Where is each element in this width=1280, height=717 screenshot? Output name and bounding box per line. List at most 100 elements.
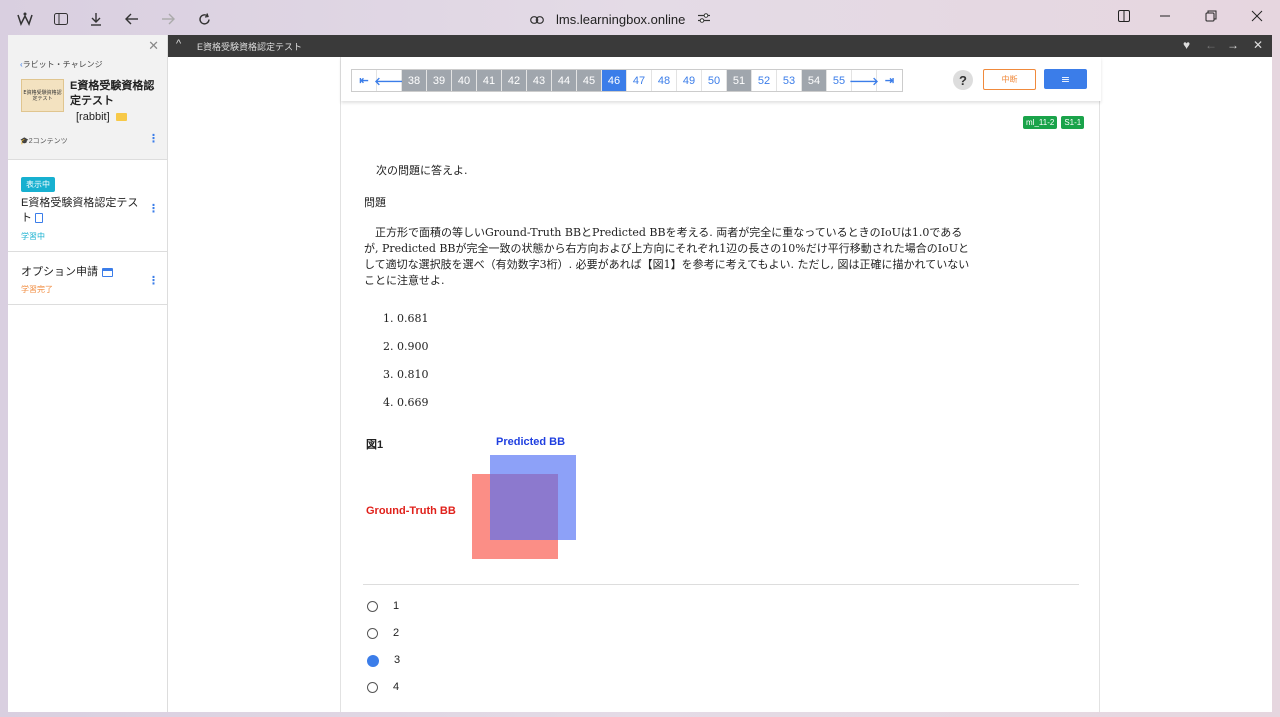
page-47-button[interactable]: 47 xyxy=(627,70,652,91)
page-50-button[interactable]: 50 xyxy=(702,70,727,91)
next-page-icon[interactable]: 🡒 xyxy=(849,70,879,91)
back-link-label: ラビット・チャレンジ xyxy=(22,60,103,69)
answer-option[interactable]: 2 xyxy=(367,627,400,654)
prev-page-icon[interactable]: 🡐 xyxy=(374,70,404,91)
browser-toolbar: lms.learningbox.online xyxy=(0,0,1280,38)
last-page-icon[interactable]: ⇥ xyxy=(877,70,902,91)
page-53-button[interactable]: 53 xyxy=(777,70,802,91)
page-54-button[interactable]: 54 xyxy=(802,70,827,91)
page-51-button[interactable]: 51 xyxy=(727,70,752,91)
answer-label: 2 xyxy=(393,627,400,639)
answer-label: 3 xyxy=(394,654,401,666)
link-icon xyxy=(530,12,544,27)
course-thumbnail: E資格受験資格認定テスト xyxy=(21,79,64,112)
choice-list: 1. 0.681 2. 0.900 3. 0.810 4. 0.669 xyxy=(383,312,428,424)
radio-button-selected[interactable] xyxy=(367,655,379,667)
browser-logo-icon[interactable] xyxy=(14,8,36,30)
close-sidebar-icon[interactable]: ✕ xyxy=(148,39,159,54)
item-more-icon[interactable]: ⋮ xyxy=(148,203,159,214)
choice-item: 1. 0.681 xyxy=(383,312,429,325)
first-page-icon[interactable]: ⇤ xyxy=(352,70,377,91)
predicted-bb-label: Predicted BB xyxy=(496,436,566,448)
figure-label: 図1 xyxy=(366,439,384,451)
prev-content-icon[interactable]: ← xyxy=(1205,38,1217,52)
content-topbar: ^ E資格受験資格認定テスト ♥ ← → ✕ xyxy=(168,35,1272,57)
tag-badge: S1-1 xyxy=(1061,116,1085,129)
minimize-icon[interactable] xyxy=(1159,8,1171,26)
page-48-button[interactable]: 48 xyxy=(652,70,677,91)
heart-icon[interactable]: ♥ xyxy=(1183,38,1190,52)
page-40-button[interactable]: 40 xyxy=(452,70,477,91)
question-panel: ⇤ 🡐 38 39 40 41 42 43 44 45 46 47 48 49 50 51 52 53 54 55… xyxy=(340,57,1101,712)
choice-item: 3. 0.810 xyxy=(383,368,429,381)
divider xyxy=(363,584,1079,585)
item-more-icon[interactable]: ⋮ xyxy=(148,275,159,286)
page-44-button[interactable]: 44 xyxy=(552,70,577,91)
radio-button[interactable] xyxy=(367,601,378,612)
help-button[interactable]: ? xyxy=(953,70,973,90)
question-intro: 次の問題に答えよ. xyxy=(376,164,468,177)
sidebar-item-title[interactable]: E資格受験資格認定テスト xyxy=(21,196,141,226)
page-55-button[interactable]: 55 xyxy=(827,70,852,91)
pagination: ⇤ 🡐 38 39 40 41 42 43 44 45 46 47 48 49 50 51 52 53 54 55… xyxy=(351,69,903,92)
answer-label: 1 xyxy=(393,600,400,612)
question-heading: 問題 xyxy=(364,196,386,209)
tag-badge: ml_11-2 xyxy=(1023,116,1058,129)
course-title: E資格受験資格認定テスト xyxy=(70,80,155,107)
next-content-icon[interactable]: → xyxy=(1227,38,1239,52)
split-view-icon[interactable] xyxy=(1118,8,1130,26)
page-43-button[interactable]: 43 xyxy=(527,70,552,91)
content-title: E資格受験資格認定テスト xyxy=(197,42,303,52)
sidebar-item-status: 学習中 xyxy=(21,232,45,241)
address-bar[interactable]: lms.learningbox.online xyxy=(530,9,711,29)
pager-toolbar: ⇤ 🡐 38 39 40 41 42 43 44 45 46 47 48 49 50 51 52 53 54 55… xyxy=(341,57,1101,101)
forward-icon[interactable] xyxy=(157,8,179,30)
site-settings-icon[interactable] xyxy=(697,12,711,27)
page-42-button[interactable]: 42 xyxy=(502,70,527,91)
chevron-up-icon[interactable]: ^ xyxy=(176,38,181,50)
page-38-button[interactable]: 38 xyxy=(402,70,427,91)
answer-option[interactable]: 1 xyxy=(367,600,400,627)
answer-options: 1 2 3 4 xyxy=(367,600,400,708)
sidebar-toggle-icon[interactable] xyxy=(50,8,72,30)
page-52-button[interactable]: 52 xyxy=(752,70,777,91)
back-link[interactable]: ‹ラビット・チャレンジ xyxy=(20,59,103,70)
sidebar-item-status: 学習完了 xyxy=(21,285,53,294)
question-body: 正方形で面積の等しいGround-Truth BBとPredicted BBを考… xyxy=(364,226,970,287)
content-count: 🎓2コンテンツ xyxy=(20,136,68,146)
sidebar-item-title[interactable]: オプション申請 xyxy=(21,265,113,280)
answer-option[interactable]: 4 xyxy=(367,681,400,708)
page-viewport: ✕ ‹ラビット・チャレンジ E資格受験資格認定テスト E資格受験資格認定テスト … xyxy=(8,35,1272,712)
menu-button[interactable]: ≡ xyxy=(1044,69,1087,89)
course-tag-text: [rabbit] xyxy=(76,111,110,123)
page-45-button[interactable]: 45 xyxy=(577,70,602,91)
page-39-button[interactable]: 39 xyxy=(427,70,452,91)
radio-button[interactable] xyxy=(367,628,378,639)
course-more-icon[interactable]: ⋮ xyxy=(148,133,159,144)
course-header: ✕ ‹ラビット・チャレンジ E資格受験資格認定テスト E資格受験資格認定テスト … xyxy=(8,35,167,160)
graduation-cap-icon: 🎓 xyxy=(20,138,29,145)
answer-label: 4 xyxy=(393,681,400,693)
radio-button[interactable] xyxy=(367,682,378,693)
page-49-button[interactable]: 49 xyxy=(677,70,702,91)
answer-option[interactable]: 3 xyxy=(367,654,400,681)
window-icon xyxy=(102,267,113,277)
status-badge: 表示中 xyxy=(21,177,55,192)
document-icon xyxy=(35,213,43,224)
predicted-box xyxy=(490,455,576,540)
close-content-icon[interactable]: ✕ xyxy=(1253,38,1263,52)
page-41-button[interactable]: 41 xyxy=(477,70,502,91)
course-thumbnail-text: E資格受験資格認定テスト xyxy=(23,89,62,102)
back-icon[interactable] xyxy=(121,8,143,30)
restore-icon[interactable] xyxy=(1205,8,1217,26)
download-icon[interactable] xyxy=(85,8,107,30)
ground-truth-bb-label: Ground-Truth BB xyxy=(366,505,456,517)
page-46-button[interactable]: 46 xyxy=(602,70,627,91)
question-tags: ml_11-2 S1-1 xyxy=(1023,116,1085,129)
url-text[interactable]: lms.learningbox.online xyxy=(556,12,685,27)
course-tag: [rabbit] xyxy=(76,111,127,123)
reload-icon[interactable] xyxy=(193,8,215,30)
suspend-button[interactable]: 中断 xyxy=(983,69,1036,90)
sidebar-item-title-text: オプション申請 xyxy=(21,266,98,278)
close-window-icon[interactable] xyxy=(1251,8,1263,26)
